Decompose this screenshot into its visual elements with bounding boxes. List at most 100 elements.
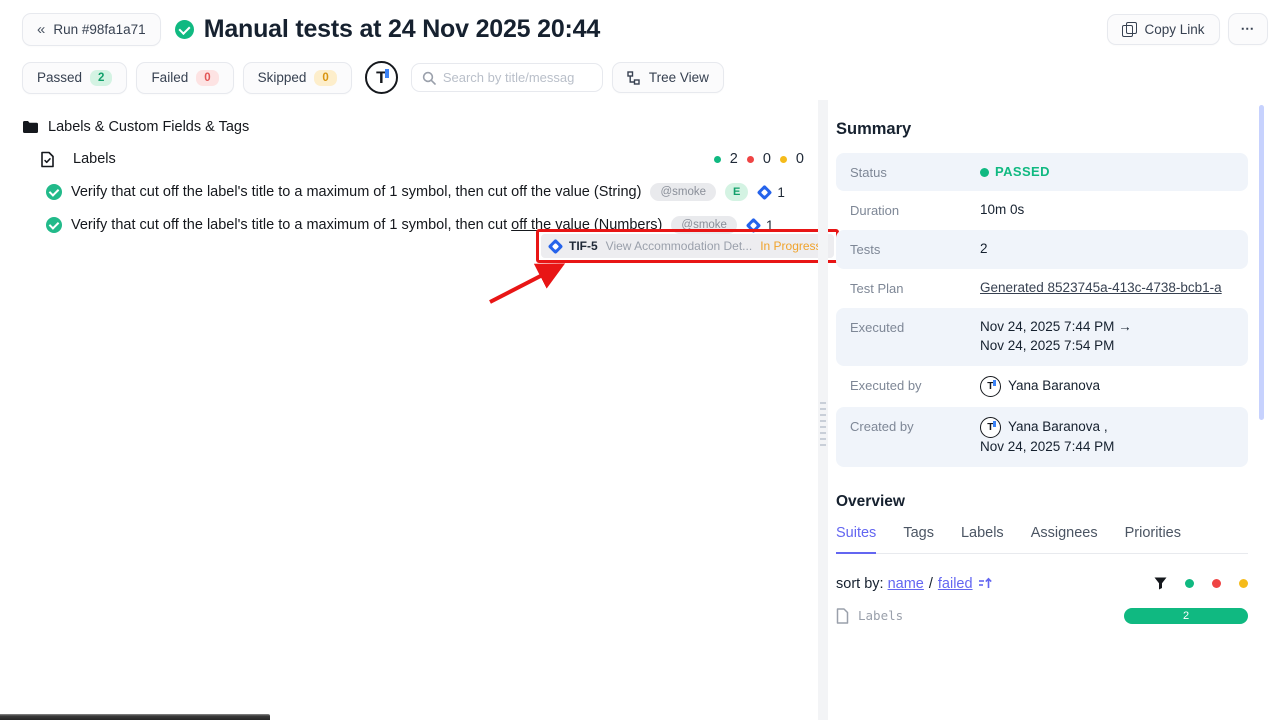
summary-heading: Summary	[836, 120, 1248, 139]
header-actions: Copy Link ⋯	[1107, 13, 1268, 45]
executed-to: Nov 24, 2025 7:54 PM	[980, 337, 1132, 356]
summary-row-test-plan: Test Plan Generated 8523745a-413c-4738-b…	[836, 269, 1248, 308]
sort-by-name-link[interactable]: name	[888, 576, 924, 592]
copy-link-button[interactable]: Copy Link	[1107, 14, 1219, 45]
jira-issue-icon	[548, 238, 564, 254]
overview-suite-row: Labels 2	[836, 608, 1248, 624]
executed-value: Nov 24, 2025 7:44 PM → Nov 24, 2025 7:54…	[980, 318, 1132, 356]
grip-icon	[820, 402, 826, 446]
sort-by-label: sort by:	[836, 576, 884, 592]
overview-suite-name[interactable]: Labels	[858, 608, 903, 623]
executed-by-value: T Yana Baranova	[980, 376, 1100, 397]
copy-link-label: Copy Link	[1144, 22, 1204, 37]
test-plan-link[interactable]: Generated 8523745a-413c-4738-bcb1-a	[980, 279, 1222, 298]
test-plan-label: Test Plan	[850, 279, 980, 296]
suite-counts: 2 0 0	[714, 151, 804, 167]
suite-skipped-count: 0	[796, 151, 804, 167]
suite-passed-count: 2	[730, 151, 738, 167]
test-run-page: « Run #98fa1a71 Manual tests at 24 Nov 2…	[0, 0, 1280, 720]
back-to-run-button[interactable]: « Run #98fa1a71	[22, 13, 161, 46]
back-chevrons-icon: «	[37, 21, 45, 38]
issue-count: 1	[777, 185, 785, 200]
suite-file-icon	[40, 151, 55, 168]
page-title: Manual tests at 24 Nov 2025 20:44	[204, 15, 600, 44]
test-passed-check-icon	[46, 217, 62, 233]
sort-row: sort by: name / failed	[836, 576, 1248, 592]
sort-separator: /	[929, 576, 933, 592]
filter-passed-button[interactable]: Passed 2	[22, 62, 127, 94]
search-box	[411, 63, 603, 92]
sort-by-failed-link[interactable]: failed	[938, 576, 973, 592]
linked-issue[interactable]: 1	[759, 185, 785, 200]
suite-label: Labels	[73, 151, 116, 167]
test-title: Verify that cut off the label's title to…	[71, 184, 641, 200]
filter-failed-button[interactable]: Failed 0	[136, 62, 233, 94]
user-avatar[interactable]: T	[365, 61, 398, 94]
folder-icon	[22, 120, 39, 134]
suite-row[interactable]: Labels 2 0 0	[40, 144, 804, 174]
folder-row[interactable]: Labels & Custom Fields & Tags	[22, 112, 818, 142]
executed-label: Executed	[850, 318, 980, 335]
created-by-name: Yana Baranova ,	[1008, 418, 1108, 437]
avatar-brand-accent	[385, 69, 389, 78]
jira-issue-icon	[757, 184, 773, 200]
status-value: PASSED	[980, 163, 1050, 181]
run-id-label: Run #98fa1a71	[53, 22, 145, 37]
vertical-scrollbar[interactable]	[1259, 105, 1264, 420]
overview-tabs: Suites Tags Labels Assignees Priorities	[836, 525, 1248, 554]
created-by-label: Created by	[850, 417, 980, 434]
test-passed-check-icon	[46, 184, 62, 200]
executed-from: Nov 24, 2025 7:44 PM →	[980, 318, 1132, 337]
tab-labels[interactable]: Labels	[961, 525, 1004, 553]
copy-icon	[1122, 22, 1136, 36]
issue-popup[interactable]: TIF-5 View Accommodation Det... In Progr…	[541, 234, 834, 258]
failed-dot-icon	[747, 156, 754, 163]
more-options-button[interactable]: ⋯	[1228, 13, 1269, 45]
tab-assignees[interactable]: Assignees	[1031, 525, 1098, 553]
issue-summary: View Accommodation Det...	[606, 239, 753, 253]
skipped-count-badge: 0	[314, 70, 336, 86]
tab-priorities[interactable]: Priorities	[1125, 525, 1181, 553]
passed-dot-icon	[714, 156, 721, 163]
failed-dot-icon[interactable]	[1212, 579, 1221, 588]
created-by-value: T Yana Baranova , Nov 24, 2025 7:44 PM	[980, 417, 1114, 457]
user-avatar: T	[980, 376, 1001, 397]
folder-label: Labels & Custom Fields & Tags	[48, 119, 249, 135]
status-text: PASSED	[995, 163, 1050, 181]
issue-status-badge: In Progress	[760, 239, 821, 253]
status-label: Status	[850, 163, 980, 180]
passed-label: Passed	[37, 70, 82, 85]
skipped-dot-icon[interactable]	[1239, 579, 1248, 588]
sort-ascending-icon[interactable]	[978, 577, 993, 590]
tab-suites[interactable]: Suites	[836, 525, 876, 554]
executed-by-label: Executed by	[850, 376, 980, 393]
summary-row-created-by: Created by T Yana Baranova , Nov 24, 202…	[836, 407, 1248, 467]
env-badge[interactable]: E	[725, 183, 748, 201]
filter-skipped-button[interactable]: Skipped 0	[243, 62, 352, 94]
status-legend	[1154, 577, 1248, 590]
tag-badge[interactable]: @smoke	[650, 183, 716, 201]
skipped-label: Skipped	[258, 70, 307, 85]
status-dot-icon	[980, 168, 989, 177]
passed-dot-icon[interactable]	[1185, 579, 1194, 588]
search-icon	[422, 71, 436, 85]
passed-count-badge: 2	[90, 70, 112, 86]
avatar-brand-accent	[993, 380, 995, 386]
test-row[interactable]: Verify that cut off the label's title to…	[46, 177, 804, 207]
panel-resize-handle[interactable]	[818, 100, 828, 720]
overview-section: Overview Suites Tags Labels Assignees Pr…	[836, 493, 1248, 624]
summary-row-status: Status PASSED	[836, 153, 1248, 191]
executed-by-name: Yana Baranova	[1008, 377, 1100, 396]
search-input[interactable]	[443, 70, 592, 85]
filter-funnel-icon[interactable]	[1154, 577, 1167, 590]
duration-label: Duration	[850, 201, 980, 218]
tab-tags[interactable]: Tags	[903, 525, 934, 553]
bottom-overlay-bar	[0, 714, 270, 720]
annotation-arrow-icon	[478, 255, 588, 315]
failed-count-badge: 0	[196, 70, 218, 86]
document-icon	[836, 608, 849, 624]
failed-label: Failed	[151, 70, 188, 85]
tree-view-button[interactable]: Tree View	[612, 62, 724, 93]
overview-heading: Overview	[836, 493, 1248, 511]
test-title-head: Verify that cut off the label's title to…	[71, 217, 511, 233]
